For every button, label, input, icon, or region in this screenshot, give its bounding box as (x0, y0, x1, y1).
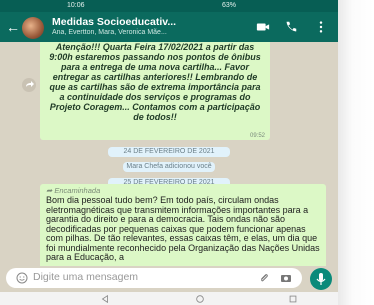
status-time: 10:06 (67, 2, 85, 9)
phone-call-icon[interactable] (284, 20, 298, 34)
group-members: Ana, Evertton, Mara, Veronica Mãe... (52, 29, 167, 36)
microphone-icon (316, 273, 326, 285)
message-input[interactable]: Digite uma mensagem (6, 268, 302, 288)
message-text: Atenção!!! Quarta Feira 17/02/2021 a par… (49, 42, 261, 122)
video-call-icon[interactable] (256, 20, 270, 34)
group-title[interactable]: Medidas Socioeducativ... (52, 16, 176, 28)
message-bubble[interactable]: ➦ Encaminhada Bom dia pessoal tudo bem? … (40, 184, 326, 266)
whatsapp-screen: 10:06 63% ← Medidas Socioeducativ... Ana… (0, 0, 338, 305)
forwarded-text: Encaminhada (54, 186, 101, 195)
paperclip-icon[interactable] (258, 272, 270, 284)
input-bar: Digite uma mensagem (0, 266, 338, 290)
nav-recent-icon[interactable] (288, 294, 298, 304)
date-divider: 24 DE FEVEREIRO DE 2021 (108, 147, 230, 157)
android-nav-bar (0, 292, 338, 305)
microphone-button[interactable] (310, 268, 332, 290)
group-avatar[interactable] (22, 17, 44, 39)
forward-button[interactable] (22, 78, 36, 92)
chat-area: Atenção!!! Quarta Feira 17/02/2021 a par… (0, 42, 338, 266)
message-time: 09:52 (249, 133, 265, 139)
status-bar: 10:06 63% (0, 0, 338, 12)
system-message: Mara Chefa adicionou você (123, 162, 215, 172)
battery-text: 63% (222, 2, 237, 9)
nav-home-icon[interactable] (195, 294, 205, 304)
phone: 10:06 63% ← Medidas Socioeducativ... Ana… (0, 0, 374, 305)
input-placeholder: Digite uma mensagem (33, 271, 139, 283)
emoji-icon[interactable] (16, 272, 28, 284)
nav-back-icon[interactable] (100, 294, 110, 304)
back-arrow-icon[interactable]: ← (6, 18, 20, 36)
forward-icon (26, 81, 34, 87)
photo-background (338, 0, 374, 305)
chat-header: ← Medidas Socioeducativ... Ana, Evertton… (0, 12, 338, 42)
message-text: Bom dia pessoal tudo bem? Em todo país, … (46, 195, 320, 262)
message-bubble[interactable]: Atenção!!! Quarta Feira 17/02/2021 a par… (22, 42, 270, 140)
more-vert-icon[interactable] (314, 20, 328, 34)
forwarded-label: ➦ Encaminhada (46, 186, 101, 195)
camera-icon[interactable] (280, 272, 292, 284)
